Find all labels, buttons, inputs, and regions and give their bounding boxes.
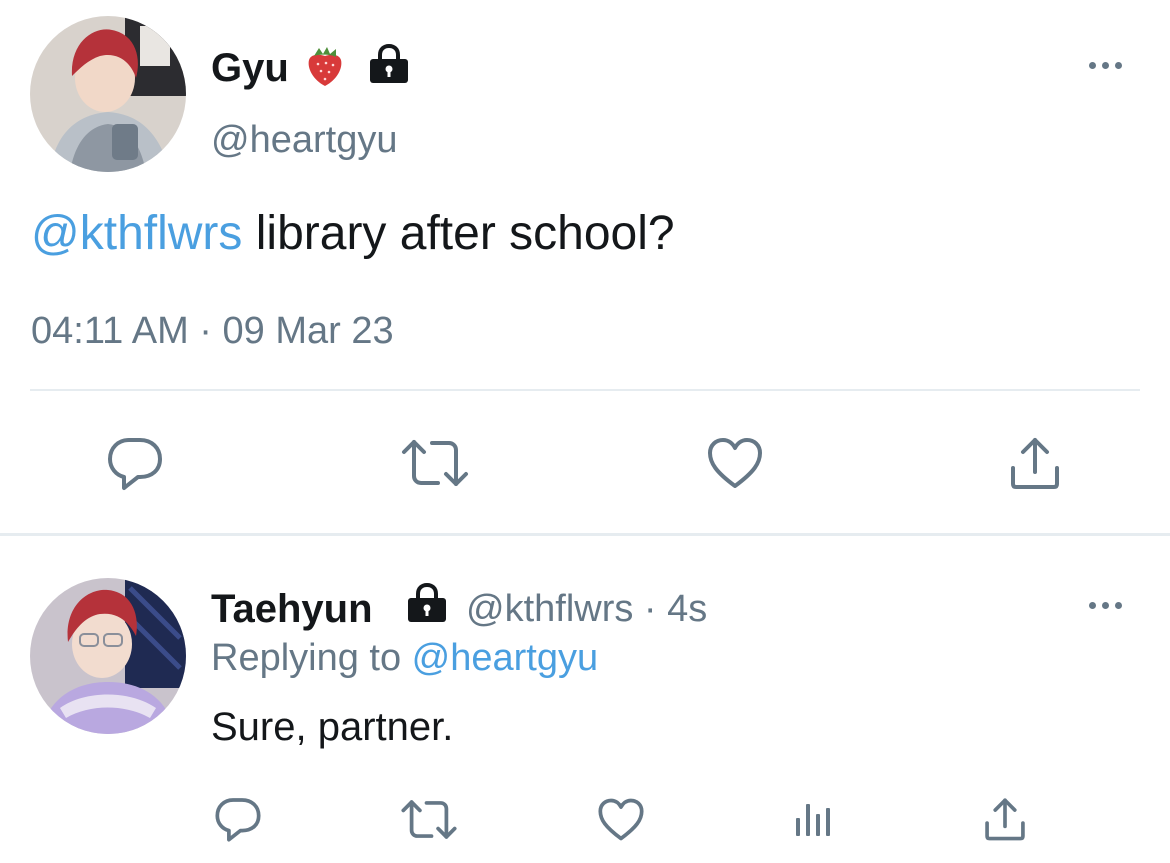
more-options-icon[interactable]	[1089, 62, 1122, 69]
author-handle[interactable]: @kthflwrs	[466, 588, 633, 630]
share-icon[interactable]	[983, 795, 1027, 843]
author-name[interactable]: Gyu	[211, 45, 289, 91]
reply-icon[interactable]	[214, 795, 262, 843]
lock-icon	[406, 583, 448, 623]
tweet-body: library after school?	[242, 207, 675, 260]
like-icon[interactable]	[706, 436, 764, 490]
time-separator: ·	[633, 588, 668, 630]
tweet-text: @kthflwrs library after school?	[31, 206, 675, 262]
reply-text: Sure, partner.	[211, 705, 454, 749]
reply-header: Taehyun	[211, 586, 373, 632]
strawberry-icon	[305, 44, 345, 88]
more-options-icon[interactable]	[1089, 602, 1122, 609]
replying-prefix: Replying to	[211, 637, 412, 679]
relative-time[interactable]: 4s	[667, 588, 707, 630]
replying-to: Replying to @heartgyu	[211, 636, 598, 680]
reply-icon[interactable]	[106, 434, 164, 492]
replying-handle-link[interactable]: @heartgyu	[412, 637, 598, 679]
reply-meta: @kthflwrs · 4s	[466, 587, 707, 631]
retweet-icon[interactable]	[400, 436, 470, 490]
author-handle[interactable]: @heartgyu	[211, 118, 397, 162]
lock-icon	[368, 44, 410, 84]
divider	[30, 389, 1140, 391]
avatar[interactable]	[30, 16, 186, 172]
mention-link[interactable]: @kthflwrs	[31, 207, 242, 260]
author-name[interactable]: Taehyun	[211, 587, 373, 631]
share-icon[interactable]	[1008, 434, 1062, 492]
analytics-icon[interactable]	[794, 800, 834, 838]
like-icon[interactable]	[597, 797, 645, 842]
avatar[interactable]	[30, 578, 186, 734]
retweet-icon[interactable]	[400, 797, 458, 842]
timestamp[interactable]: 04:11 AM · 09 Mar 23	[31, 309, 394, 353]
author-name-text[interactable]: Gyu	[211, 46, 289, 90]
divider	[0, 533, 1170, 536]
